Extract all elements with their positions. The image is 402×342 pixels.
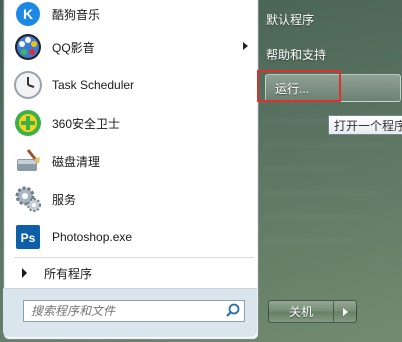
program-item-disk-cleanup[interactable]: 磁盘清理 bbox=[10, 143, 254, 179]
qqplayer-icon bbox=[12, 31, 44, 63]
search-box[interactable] bbox=[23, 300, 245, 322]
program-item-services[interactable]: 服务 bbox=[10, 181, 254, 217]
submenu-arrow-icon[interactable] bbox=[243, 42, 248, 50]
program-label: 360安全卫士 bbox=[52, 116, 121, 131]
shutdown-button-group: 关机 bbox=[268, 300, 357, 323]
search-icon[interactable] bbox=[224, 302, 242, 320]
program-label: QQ影音 bbox=[52, 40, 95, 55]
svg-text:Ps: Ps bbox=[21, 231, 36, 245]
program-label: Task Scheduler bbox=[52, 78, 135, 92]
start-menu: K 酷狗音乐 QQ影音 Task Scheduler 360安全卫士 磁盘清理 … bbox=[0, 0, 402, 342]
360-security-icon bbox=[12, 107, 44, 139]
tooltip: 打开一个程序 bbox=[328, 115, 402, 135]
services-gear-icon bbox=[12, 183, 44, 215]
kugou-icon: K bbox=[12, 0, 44, 30]
highlight-frame bbox=[257, 70, 341, 102]
triangle-right-icon bbox=[22, 268, 27, 278]
search-input[interactable] bbox=[24, 304, 224, 318]
all-programs-label: 所有程序 bbox=[44, 266, 93, 281]
program-label: 磁盘清理 bbox=[52, 154, 101, 169]
program-item-task-scheduler[interactable]: Task Scheduler bbox=[10, 67, 254, 103]
separator bbox=[14, 257, 254, 258]
program-label: 服务 bbox=[52, 192, 77, 207]
program-item-qqplayer[interactable]: QQ影音 bbox=[10, 29, 254, 65]
clock-icon bbox=[12, 69, 44, 101]
program-item-photoshop[interactable]: Ps Photoshop.exe bbox=[10, 219, 254, 255]
program-item-360[interactable]: 360安全卫士 bbox=[10, 105, 254, 141]
search-area bbox=[3, 288, 257, 337]
program-item-kugou[interactable]: K 酷狗音乐 bbox=[10, 0, 254, 32]
program-label: Photoshop.exe bbox=[52, 230, 133, 244]
disk-cleanup-icon bbox=[12, 145, 44, 177]
default-programs-link[interactable]: 默认程序 bbox=[266, 11, 314, 28]
all-programs-button[interactable]: 所有程序 bbox=[10, 261, 254, 285]
shutdown-options-button[interactable] bbox=[334, 301, 356, 322]
svg-text:K: K bbox=[23, 6, 33, 22]
arrow-right-icon bbox=[342, 307, 348, 316]
shutdown-button[interactable]: 关机 bbox=[269, 301, 334, 322]
photoshop-icon: Ps bbox=[12, 221, 44, 253]
help-support-link[interactable]: 帮助和支持 bbox=[266, 46, 326, 63]
program-label: 酷狗音乐 bbox=[52, 7, 101, 22]
